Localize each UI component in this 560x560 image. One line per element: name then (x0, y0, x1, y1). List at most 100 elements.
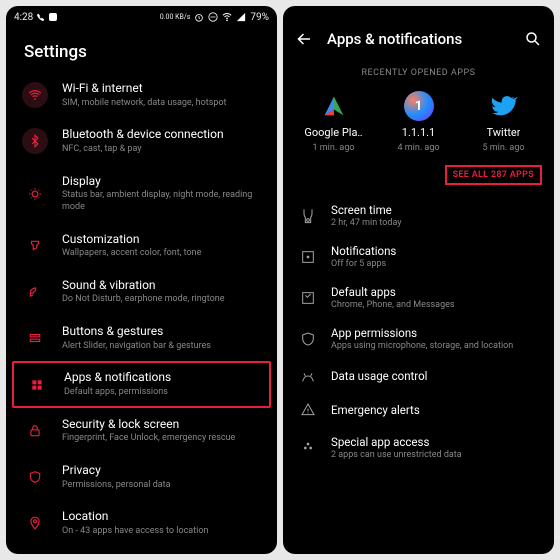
apps-notifications-screen: Apps & notifications RECENTLY OPENED APP… (283, 6, 554, 554)
header-title: Apps & notifications (327, 30, 510, 48)
status-bar: 4:28 0.00 KB/s 79% (6, 6, 277, 28)
setting-subtitle: Permissions, personal data (62, 480, 261, 492)
setting-item-display[interactable]: DisplayStatus bar, ambient display, nigh… (6, 165, 277, 223)
settings-list: Wi-Fi & internetSIM, mobile network, dat… (6, 72, 277, 554)
setting-icon (22, 325, 48, 351)
setting-item-apps-notifications[interactable]: Apps & notificationsDefault apps, permis… (12, 361, 271, 407)
setting-subtitle: Do Not Disturb, earphone mode, ringtone (62, 294, 261, 306)
signal-icon (236, 12, 246, 22)
setting-title: Privacy (62, 463, 261, 479)
option-text: Data usage control (331, 369, 538, 383)
setting-text: Bluetooth & device connectionNFC, cast, … (62, 127, 261, 155)
setting-text: PrivacyPermissions, personal data (62, 463, 261, 491)
setting-subtitle: Alert Slider, navigation bar & gestures (62, 341, 261, 353)
app-time: 4 min. ago (397, 143, 439, 153)
option-icon (299, 367, 317, 385)
option-title: Notifications (331, 244, 538, 258)
setting-item-location[interactable]: LocationOn - 43 apps have access to loca… (6, 500, 277, 546)
setting-item-buttons-gestures[interactable]: Buttons & gesturesAlert Slider, navigati… (6, 315, 277, 361)
option-text: Emergency alerts (331, 403, 538, 417)
option-title: Default apps (331, 285, 538, 299)
back-icon[interactable] (295, 30, 313, 48)
setting-item-bluetooth-device[interactable]: Bluetooth & device connectionNFC, cast, … (6, 118, 277, 164)
setting-icon (22, 233, 48, 259)
option-title: Special app access (331, 435, 538, 449)
setting-subtitle: On - 43 apps have access to location (62, 526, 261, 538)
setting-icon (22, 510, 48, 536)
battery-pct: 79% (250, 12, 269, 23)
setting-subtitle: Default apps, permissions (64, 387, 259, 399)
option-special-app-access[interactable]: Special app access2 apps can use unrestr… (283, 427, 554, 468)
recent-app[interactable]: Google Pla‥1 min. ago (294, 90, 374, 153)
option-text: Special app access2 apps can use unrestr… (331, 435, 538, 460)
setting-icon (24, 372, 50, 398)
app-name: Twitter (487, 126, 521, 139)
setting-subtitle: Wallpapers, accent color, font, tone (62, 248, 261, 260)
setting-text: Sound & vibrationDo Not Disturb, earphon… (62, 278, 261, 306)
setting-subtitle: NFC, cast, tap & pay (62, 144, 261, 156)
setting-text: DisplayStatus bar, ambient display, nigh… (62, 174, 261, 214)
setting-text: Buttons & gesturesAlert Slider, navigati… (62, 324, 261, 352)
notification-icon (49, 13, 57, 21)
status-time: 4:28 (14, 12, 33, 23)
setting-item-wi-fi[interactable]: Wi-Fi & internetSIM, mobile network, dat… (6, 72, 277, 118)
setting-title: Buttons & gestures (62, 324, 261, 340)
option-notifications[interactable]: NotificationsOff for 5 apps (283, 236, 554, 277)
setting-title: Bluetooth & device connection (62, 127, 261, 143)
option-icon (299, 439, 317, 457)
option-default-apps[interactable]: Default appsChrome, Phone, and Messages (283, 277, 554, 318)
option-app-permissions[interactable]: App permissionsApps using microphone, st… (283, 318, 554, 359)
search-icon[interactable] (524, 30, 542, 48)
option-subtitle: 2 hr, 47 min today (331, 218, 538, 228)
option-text: App permissionsApps using microphone, st… (331, 326, 538, 351)
setting-icon (22, 464, 48, 490)
setting-title: Wi-Fi & internet (62, 81, 261, 97)
recent-apps-label: RECENTLY OPENED APPS (283, 58, 554, 86)
net-speed: 0.00 KB/s (160, 13, 191, 21)
option-title: Data usage control (331, 369, 538, 383)
option-icon (299, 330, 317, 348)
setting-icon (22, 82, 48, 108)
page-title: Settings (6, 28, 277, 72)
option-icon (299, 207, 317, 225)
status-bar (283, 6, 554, 20)
setting-item-security-lock[interactable]: Security & lock screenFingerprint, Face … (6, 408, 277, 454)
recent-app[interactable]: Twitter 5 min. ago (464, 90, 544, 153)
setting-text: Security & lock screenFingerprint, Face … (62, 417, 261, 445)
wifi-icon (222, 12, 232, 22)
alarm-icon (194, 12, 204, 22)
option-emergency-alerts[interactable]: Emergency alerts (283, 393, 554, 427)
setting-icon (22, 128, 48, 154)
settings-screen: 4:28 0.00 KB/s 79% Settings Wi-Fi & inte… (6, 6, 277, 554)
app-icon: 1 (403, 90, 435, 122)
setting-subtitle: Fingerprint, Face Unlock, emergency resc… (62, 433, 261, 445)
option-icon (299, 289, 317, 307)
setting-item-battery[interactable]: Battery79% - Should last until about 8:0… (6, 547, 277, 555)
setting-icon (22, 279, 48, 305)
setting-item-customization[interactable]: CustomizationWallpapers, accent color, f… (6, 223, 277, 269)
recent-app[interactable]: 11.1.1.14 min. ago (379, 90, 459, 153)
option-subtitle: Apps using microphone, storage, and loca… (331, 341, 538, 351)
option-subtitle: Chrome, Phone, and Messages (331, 300, 538, 310)
setting-icon (22, 181, 48, 207)
option-screen-time[interactable]: Screen time2 hr, 47 min today (283, 195, 554, 236)
app-time: 5 min. ago (482, 143, 524, 153)
option-icon (299, 248, 317, 266)
setting-title: Security & lock screen (62, 417, 261, 433)
option-subtitle: Off for 5 apps (331, 259, 538, 269)
app-icon (488, 90, 520, 122)
see-all-apps-button[interactable]: SEE ALL 287 APPS (445, 165, 542, 185)
option-text: Screen time2 hr, 47 min today (331, 203, 538, 228)
option-text: Default appsChrome, Phone, and Messages (331, 285, 538, 310)
setting-item-sound-vibration[interactable]: Sound & vibrationDo Not Disturb, earphon… (6, 269, 277, 315)
setting-title: Customization (62, 232, 261, 248)
app-time: 1 min. ago (312, 143, 354, 153)
setting-item-privacy[interactable]: PrivacyPermissions, personal data (6, 454, 277, 500)
dnd-icon (208, 12, 218, 22)
option-title: Screen time (331, 203, 538, 217)
setting-subtitle: Status bar, ambient display, night mode,… (62, 190, 261, 213)
option-data-usage-control[interactable]: Data usage control (283, 359, 554, 393)
setting-icon (22, 418, 48, 444)
recent-apps-row: Google Pla‥1 min. ago11.1.1.14 min. agoT… (283, 86, 554, 161)
setting-text: Wi-Fi & internetSIM, mobile network, dat… (62, 81, 261, 109)
